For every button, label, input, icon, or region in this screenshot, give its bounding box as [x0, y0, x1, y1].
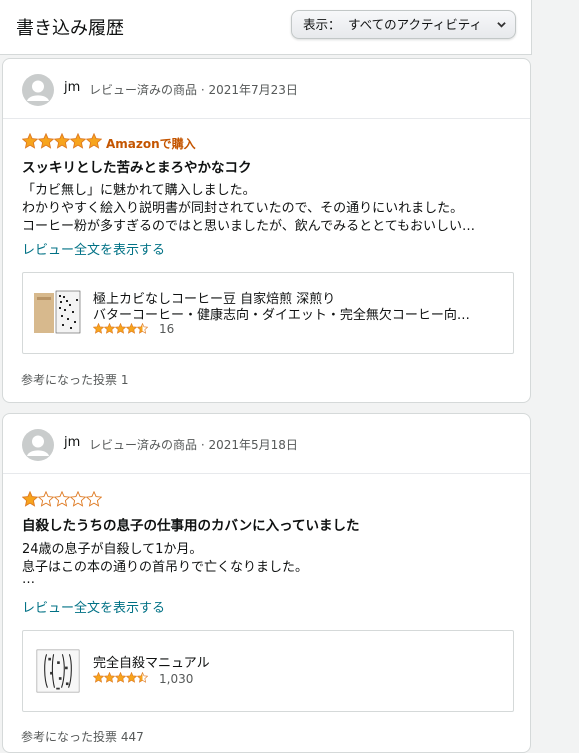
star-filled-icon	[104, 323, 115, 334]
page-title: 書き込み履歴	[16, 18, 124, 39]
product-image[interactable]	[36, 641, 80, 701]
star-filled-icon	[70, 133, 86, 149]
star-empty-icon	[38, 491, 54, 507]
review-title[interactable]: スッキリとした苦みとまろやかなコク	[22, 156, 252, 176]
product-card[interactable]: 完全自殺マニュアル 1,030	[22, 630, 514, 712]
review-card: jm レビュー済みの商品 · 2021年5月18日 自殺したうちの息子の仕事用の…	[2, 413, 531, 753]
star-filled-icon	[104, 672, 115, 683]
star-empty-icon	[54, 491, 70, 507]
product-rating-count[interactable]: 16	[159, 322, 174, 336]
product-name-line2[interactable]: バターコーヒー・健康志向・ダイエット・完全無欠コーヒー向…	[93, 304, 503, 323]
reviewer-name[interactable]: jm	[64, 80, 80, 95]
star-filled-icon	[126, 323, 137, 334]
star-empty-icon	[70, 491, 86, 507]
star-rating	[22, 491, 102, 510]
filter-label: 表示：	[303, 17, 341, 32]
star-filled-icon	[38, 133, 54, 149]
product-name[interactable]: 完全自殺マニュアル	[93, 652, 503, 671]
divider	[3, 118, 530, 119]
star-filled-icon	[93, 323, 104, 334]
helpful-votes: 参考になった投票 447	[21, 730, 144, 744]
star-empty-icon	[86, 491, 102, 507]
review-card: jm レビュー済みの商品 · 2021年7月23日 Amazonで購入 スッキリ…	[2, 58, 531, 403]
review-card-header: jm レビュー済みの商品 · 2021年5月18日	[3, 414, 530, 474]
review-card-header: jm レビュー済みの商品 · 2021年7月23日	[3, 59, 530, 119]
chevron-down-icon	[497, 22, 506, 28]
verified-purchase-badge: Amazonで購入	[106, 137, 196, 151]
product-star-rating	[93, 323, 148, 342]
review-body-line: …	[22, 572, 35, 587]
star-filled-icon	[22, 491, 38, 507]
star-filled-icon	[22, 133, 38, 149]
product-star-rating	[93, 672, 148, 691]
show-full-review-link[interactable]: レビュー全文を表示する	[22, 597, 165, 616]
show-full-review-link[interactable]: レビュー全文を表示する	[22, 239, 165, 258]
review-meta: レビュー済みの商品 · 2021年5月18日	[89, 438, 298, 452]
star-half-icon	[137, 323, 148, 334]
star-filled-icon	[86, 133, 102, 149]
review-body-line: コーヒー粉が多すぎるのではと思いましたが、飲んでみるととてもおいしい…	[22, 219, 476, 234]
review-meta: レビュー済みの商品 · 2021年7月23日	[89, 83, 298, 97]
review-title[interactable]: 自殺したうちの息子の仕事用のカバンに入っていました	[22, 514, 360, 534]
product-card[interactable]: 極上カビなしコーヒー豆 自家焙煎 深煎り バターコーヒー・健康志向・ダイエット・…	[22, 272, 514, 354]
divider	[3, 473, 530, 474]
avatar-icon[interactable]	[22, 74, 54, 106]
star-half-icon	[137, 672, 148, 683]
activity-filter-dropdown[interactable]: 表示： すべてのアクティビティ	[291, 10, 516, 39]
reviewer-name[interactable]: jm	[64, 435, 80, 450]
review-body-line: 「カビ無し」に魅かれて購入しました。	[22, 183, 256, 198]
review-body-line: わかりやすく絵入り説明書が同封されていたので、その通りにいれました。	[22, 201, 464, 216]
page-header: 書き込み履歴 表示： すべてのアクティビティ	[0, 0, 532, 55]
filter-value: すべてのアクティビティ	[348, 17, 483, 32]
product-image[interactable]	[32, 287, 82, 337]
star-filled-icon	[54, 133, 70, 149]
star-filled-icon	[115, 672, 126, 683]
star-filled-icon	[115, 323, 126, 334]
review-body-line: 24歳の息子が自殺して1か月。	[22, 542, 203, 557]
product-rating-count[interactable]: 1,030	[159, 672, 193, 686]
star-filled-icon	[126, 672, 137, 683]
avatar-icon[interactable]	[22, 429, 54, 461]
star-rating	[22, 133, 102, 152]
helpful-votes: 参考になった投票 1	[21, 373, 129, 387]
star-filled-icon	[93, 672, 104, 683]
